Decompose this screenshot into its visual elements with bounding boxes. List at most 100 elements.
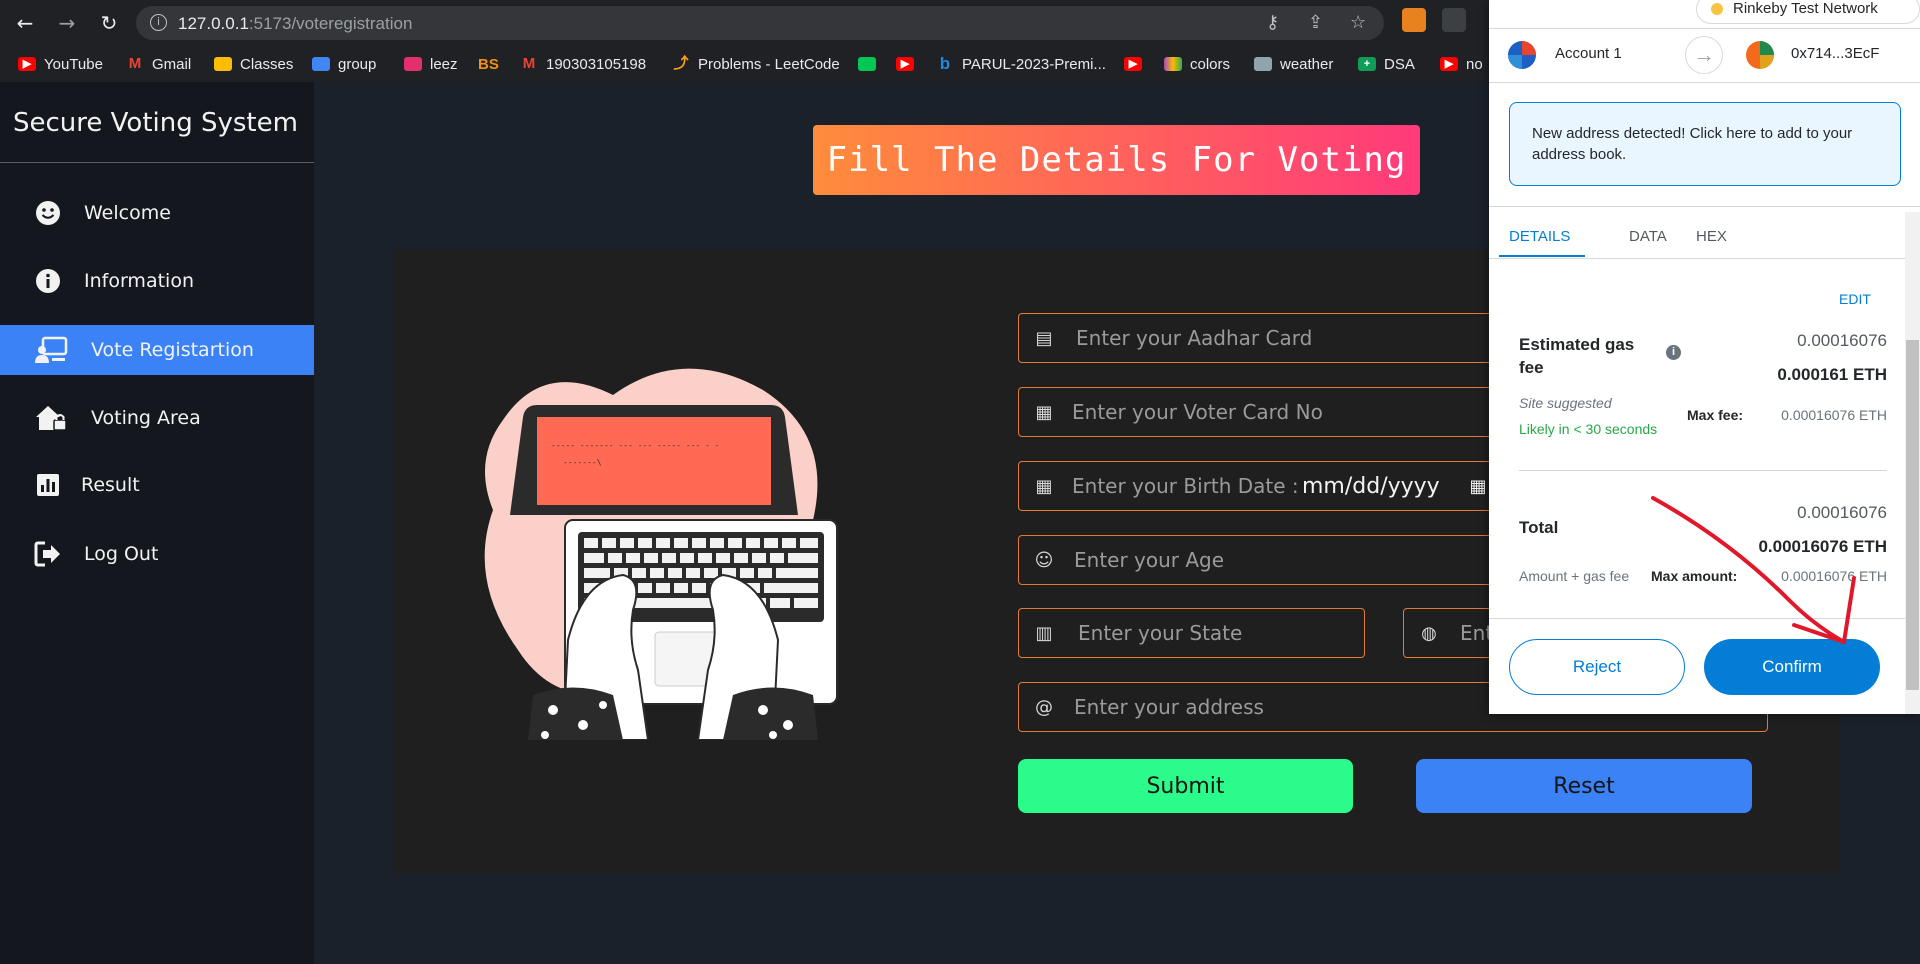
extension-icon[interactable] xyxy=(1442,8,1466,32)
bookmark-dsa[interactable]: + DSA xyxy=(1358,54,1415,74)
date-picker-icon[interactable]: ▦ xyxy=(1467,475,1489,497)
instagram-icon xyxy=(404,57,422,71)
summary-divider xyxy=(1519,470,1887,471)
leetcode-icon: ⤴ xyxy=(673,55,689,72)
classroom-icon xyxy=(214,57,232,71)
bookmark-8[interactable] xyxy=(858,54,884,74)
cloud-icon xyxy=(1254,57,1272,71)
new-address-notice[interactable]: New address detected! Click here to add … xyxy=(1509,102,1901,186)
forward-arrow-icon[interactable]: → xyxy=(54,10,80,36)
building-icon: ▥ xyxy=(1035,622,1053,644)
gas-fee-label: Estimated gas fee xyxy=(1519,335,1635,377)
b-icon: b xyxy=(939,54,951,73)
url-text[interactable]: 127.0.0.1:5173/voteregistration xyxy=(178,14,412,34)
active-tab-indicator xyxy=(1499,255,1585,257)
gmail-icon: M xyxy=(128,55,142,72)
logout-icon xyxy=(34,540,62,568)
palette-icon xyxy=(1164,57,1182,71)
page-banner: Fill The Details For Voting xyxy=(813,125,1420,195)
calendar-icon: ▦ xyxy=(1035,475,1053,497)
screen-text-2: -------\ xyxy=(563,458,602,467)
back-arrow-icon[interactable]: ← xyxy=(12,10,38,36)
sidebar-item-vote-registration[interactable]: Vote Registartion xyxy=(0,325,314,375)
max-fee-value: 0.00016076 ETH xyxy=(1781,407,1887,423)
site-icon xyxy=(858,57,876,71)
bookmark-190303105198[interactable]: M 190303105198 xyxy=(520,54,646,74)
bookmark-gmail[interactable]: M Gmail xyxy=(126,54,191,74)
bar-chart-icon xyxy=(34,471,62,499)
tab-hex[interactable]: HEX xyxy=(1696,228,1727,245)
app-title: Secure Voting System xyxy=(13,108,298,138)
tab-details[interactable]: DETAILS xyxy=(1509,228,1570,245)
sidebar-item-log-out[interactable]: Log Out xyxy=(0,529,314,579)
bookmark-youtube[interactable]: ▶ YouTube xyxy=(18,54,103,74)
bookmark-bs[interactable]: BS xyxy=(478,54,499,74)
site-suggested-label: Site suggested xyxy=(1519,395,1612,411)
bookmark-youtube-3[interactable]: ▶ xyxy=(1124,54,1150,74)
total-label: Total xyxy=(1519,518,1559,537)
arrow-right-icon: → xyxy=(1685,36,1723,74)
submit-button[interactable]: Submit xyxy=(1018,759,1353,813)
house-lock-icon xyxy=(34,404,68,432)
youtube-icon: ▶ xyxy=(1440,57,1458,71)
bookmark-no[interactable]: ▶ no xyxy=(1440,54,1483,74)
sidebar-item-result[interactable]: Result xyxy=(0,460,314,510)
sidebar-divider xyxy=(0,162,314,163)
bookmark-colors[interactable]: colors xyxy=(1164,54,1230,74)
bookmark-classes[interactable]: Classes xyxy=(214,54,293,74)
group-icon xyxy=(312,57,330,71)
info-icon[interactable]: i xyxy=(1666,345,1681,360)
network-selector[interactable]: Rinkeby Test Network xyxy=(1696,0,1920,24)
annotation-arrow xyxy=(1651,496,1856,644)
laptop-illustration: ----- ------- --- --- ----- --- - - ----… xyxy=(484,368,838,740)
edit-link[interactable]: EDIT xyxy=(1839,291,1871,307)
smiley-icon xyxy=(34,199,62,227)
max-fee-label: Max fee: xyxy=(1687,407,1744,423)
state-input[interactable]: ▥ Enter your State xyxy=(1018,608,1365,658)
metamask-extension-icon[interactable] xyxy=(1402,8,1426,32)
site-info-icon[interactable]: i xyxy=(150,14,167,31)
gas-fee-value: 0.000161 ETH xyxy=(1777,365,1887,384)
reload-icon[interactable]: ↻ xyxy=(96,10,122,36)
tabs-divider xyxy=(1489,258,1905,259)
notice-divider xyxy=(1489,206,1920,207)
gmail-icon: M xyxy=(522,55,536,72)
bookmark-youtube-2[interactable]: ▶ xyxy=(896,54,922,74)
key-icon[interactable]: ⚷ xyxy=(1266,12,1279,33)
youtube-icon: ▶ xyxy=(896,57,914,71)
bookmark-group[interactable]: group xyxy=(312,54,376,74)
tab-data[interactable]: DATA xyxy=(1629,228,1667,245)
youtube-icon: ▶ xyxy=(1124,57,1142,71)
amount-gas-label: Amount + gas fee xyxy=(1519,568,1630,584)
popup-scrollbar-thumb[interactable] xyxy=(1906,340,1919,690)
sheets-icon: + xyxy=(1358,57,1376,71)
recipient-avatar xyxy=(1746,41,1774,69)
info-icon xyxy=(34,267,62,295)
metamask-popup: Rinkeby Test Network Account 1 → 0x714..… xyxy=(1489,0,1920,714)
bookmark-leetcode[interactable]: ⤴ Problems - LeetCode xyxy=(672,54,839,74)
bookmark-parul[interactable]: b PARUL-2023-Premi... xyxy=(936,54,1106,74)
reset-button[interactable]: Reset xyxy=(1416,759,1752,813)
account-from: Account 1 xyxy=(1555,45,1622,62)
star-icon[interactable]: ☆ xyxy=(1350,12,1366,33)
gas-fee-value-small: 0.00016076 xyxy=(1797,331,1887,350)
calendar-icon: ▦ xyxy=(1035,401,1053,423)
address-bar[interactable]: i 127.0.0.1:5173/voteregistration ⚷ ⇪ ☆ xyxy=(136,6,1384,40)
bookmark-leez[interactable]: leez xyxy=(404,54,458,74)
id-card-icon: ▤ xyxy=(1035,327,1053,349)
account-to[interactable]: 0x714...3EcF xyxy=(1791,45,1879,62)
account-avatar xyxy=(1508,41,1536,69)
screen-text-1: ----- ------- --- --- ----- --- - - xyxy=(551,441,720,450)
registration-icon xyxy=(34,336,68,364)
timing-estimate: Likely in < 30 seconds xyxy=(1519,421,1658,437)
sidebar-item-information[interactable]: Information xyxy=(0,256,314,306)
header-divider xyxy=(1489,28,1920,29)
globe-icon: ◍ xyxy=(1421,622,1437,644)
accessibility-icon: ☺ xyxy=(1034,549,1054,571)
accounts-divider xyxy=(1489,82,1920,83)
share-icon[interactable]: ⇪ xyxy=(1308,12,1323,33)
sidebar-item-welcome[interactable]: Welcome xyxy=(0,188,314,238)
bookmark-weather[interactable]: weather xyxy=(1254,54,1333,74)
at-sign-icon: @ xyxy=(1035,696,1053,718)
sidebar-item-voting-area[interactable]: Voting Area xyxy=(0,393,314,443)
